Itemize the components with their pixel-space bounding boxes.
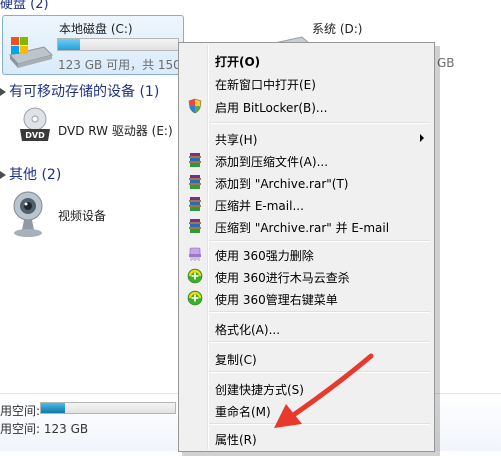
menu-item-360-scan[interactable]: 使用 360进行木马云查杀 xyxy=(181,265,432,287)
menu-item-label: 使用 360管理右键菜单 xyxy=(215,293,338,307)
menu-item-label: 复制(C) xyxy=(215,353,257,367)
drive-c-label: 本地磁盘 (C:) xyxy=(59,22,133,36)
menu-item-label: 压缩并 E-mail... xyxy=(215,199,304,213)
dvd-drive-icon: DVD xyxy=(20,107,50,141)
menu-item-label: 在新窗口中打开(E) xyxy=(215,78,316,92)
menu-item-label: 压缩到 "Archive.rar" 并 E-mail xyxy=(215,221,390,235)
dvd-drive-label[interactable]: DVD RW 驱动器 (E:) xyxy=(58,122,173,139)
status-usage-bar xyxy=(40,402,176,414)
winrar-icon xyxy=(189,197,201,211)
submenu-arrow-icon xyxy=(420,134,424,142)
menu-separator xyxy=(209,122,430,124)
group-hard-disks[interactable]: 硬盘 (2) xyxy=(0,0,49,12)
menu-item-label: 打开(O) xyxy=(215,55,261,69)
drive-c-free-text: 123 GB 可用，共 150 xyxy=(58,58,181,72)
menu-item-properties[interactable]: 属性(R) xyxy=(181,427,432,449)
menu-item-label: 格式化(A)... xyxy=(215,323,281,337)
drive-c-usage-bar xyxy=(57,38,179,51)
menu-item-label: 共享(H) xyxy=(215,133,258,147)
360-icon xyxy=(187,268,203,284)
hard-drive-windows-icon xyxy=(9,37,53,68)
status-free-label: 用空间: 123 GB xyxy=(0,422,89,436)
menu-item-label: 重命名(M) xyxy=(215,405,271,419)
drive-d-label[interactable]: 系统 (D:) xyxy=(312,20,362,37)
menu-item-add-to-archive[interactable]: 添加到压缩文件(A)... xyxy=(181,149,432,171)
group-other-label: 其他 (2) xyxy=(9,167,62,183)
menu-separator xyxy=(209,311,430,313)
video-device-label[interactable]: 视频设备 xyxy=(58,207,106,224)
svg-text:DVD: DVD xyxy=(25,131,45,140)
menu-item-open[interactable]: 打开(O) xyxy=(181,49,432,71)
menu-item-360-shred[interactable]: 使用 360强力删除 xyxy=(181,243,432,265)
collapse-arrow-icon[interactable] xyxy=(0,171,6,179)
menu-item-bitlocker[interactable]: 启用 BitLocker(B)... xyxy=(181,95,432,117)
menu-item-label: 添加到压缩文件(A)... xyxy=(215,155,329,169)
menu-item-label: 使用 360强力删除 xyxy=(215,249,314,263)
shield-icon xyxy=(188,98,202,114)
menu-item-compress-email[interactable]: 压缩并 E-mail... xyxy=(181,193,432,215)
status-usage-fill xyxy=(41,403,66,413)
group-other[interactable]: 其他 (2) xyxy=(0,164,61,184)
menu-separator xyxy=(209,371,430,373)
menu-item-label: 使用 360进行木马云查杀 xyxy=(215,271,350,285)
menu-item-label: 启用 BitLocker(B)... xyxy=(215,101,328,115)
menu-item-copy[interactable]: 复制(C) xyxy=(181,347,432,369)
context-menu: 打开(O) 在新窗口中打开(E) 启用 BitLocker(B)... 共享(H… xyxy=(178,42,435,452)
menu-item-open-new-window[interactable]: 在新窗口中打开(E) xyxy=(181,72,432,94)
menu-item-share[interactable]: 共享(H) xyxy=(181,127,432,149)
shred-icon xyxy=(189,247,201,261)
group-removable[interactable]: 有可移动存储的设备 (1) xyxy=(0,81,159,101)
menu-item-360-manage[interactable]: 使用 360管理右键菜单 xyxy=(181,287,432,309)
menu-separator xyxy=(209,240,430,242)
360-icon xyxy=(187,290,203,306)
menu-item-add-to-archive-rar[interactable]: 添加到 "Archive.rar"(T) xyxy=(181,171,432,193)
menu-item-format[interactable]: 格式化(A)... xyxy=(181,317,432,339)
menu-separator xyxy=(209,341,430,343)
winrar-icon xyxy=(189,153,201,167)
menu-item-label: 属性(R) xyxy=(215,433,257,447)
menu-item-label: 添加到 "Archive.rar"(T) xyxy=(215,177,349,191)
status-space-label: 用空间: xyxy=(0,404,41,418)
winrar-icon xyxy=(189,219,201,233)
menu-item-create-shortcut[interactable]: 创建快捷方式(S) xyxy=(181,377,432,399)
group-removable-label: 有可移动存储的设备 (1) xyxy=(9,84,160,100)
menu-separator xyxy=(209,423,430,425)
menu-item-label: 创建快捷方式(S) xyxy=(215,383,304,397)
drive-c-usage-fill xyxy=(58,39,80,50)
collapse-arrow-icon[interactable] xyxy=(0,88,6,96)
group-hard-disks-label: 硬盘 (2) xyxy=(0,0,49,12)
winrar-icon xyxy=(189,175,201,189)
menu-item-compress-rar-email[interactable]: 压缩到 "Archive.rar" 并 E-mail xyxy=(181,215,432,237)
webcam-icon xyxy=(13,191,43,237)
menu-item-rename[interactable]: 重命名(M) xyxy=(181,399,432,421)
